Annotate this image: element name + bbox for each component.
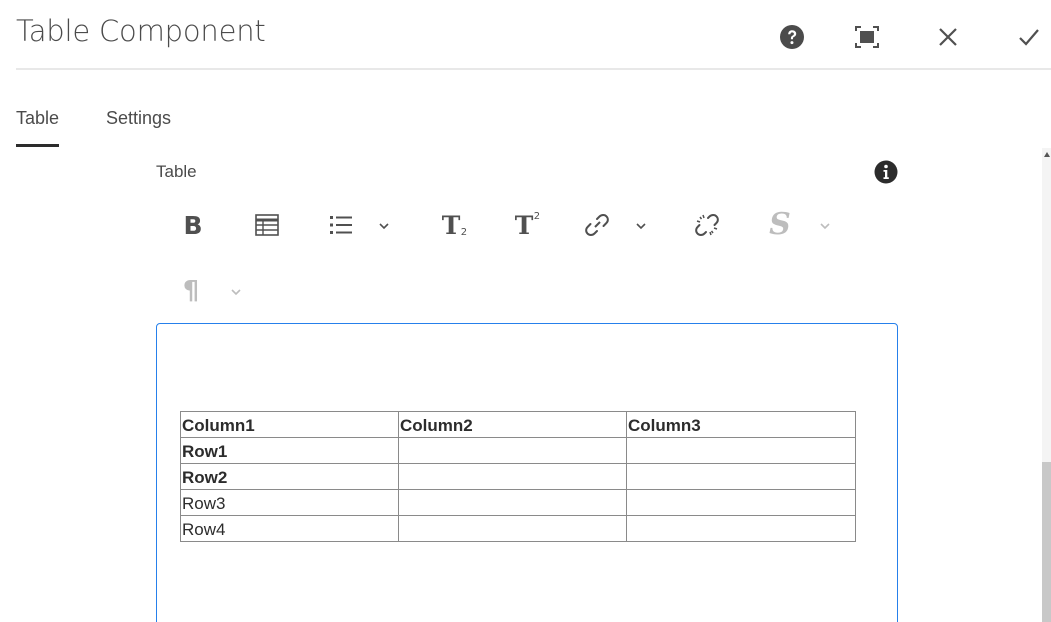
tab-table[interactable]: Table — [16, 108, 60, 147]
superscript-icon: T2 — [514, 210, 541, 240]
field-label: Table — [156, 162, 197, 181]
table-row: Row2 — [180, 463, 856, 490]
table-cell[interactable]: Column1 — [180, 411, 399, 438]
chevron-down-icon — [379, 223, 389, 230]
table-cell[interactable]: Column2 — [398, 411, 627, 438]
table-cell[interactable]: Row2 — [180, 463, 399, 490]
info-icon[interactable] — [874, 160, 898, 184]
close-button[interactable] — [933, 22, 963, 52]
done-button[interactable] — [1014, 22, 1044, 52]
unlink-icon — [695, 213, 719, 237]
table-cell[interactable] — [398, 463, 627, 490]
fullscreen-icon — [855, 26, 879, 48]
unlink-button[interactable] — [692, 210, 722, 240]
table-cell[interactable] — [398, 489, 627, 516]
paragraph-icon: ¶ — [182, 276, 200, 306]
link-icon — [585, 213, 609, 237]
dialog-content[interactable]: Table B T2 T 2 S ¶ Column1 Column2 Colum… — [0, 148, 1051, 622]
table-cell[interactable] — [626, 489, 856, 516]
help-icon — [780, 25, 804, 49]
link-dropdown-chevron[interactable] — [634, 219, 648, 233]
chevron-down-icon — [820, 223, 830, 230]
fullscreen-button[interactable] — [852, 22, 882, 52]
rich-text-editor[interactable]: Column1 Column2 Column3 Row1 Row2 Row3 Row4 — [156, 323, 898, 622]
content-table[interactable]: Column1 Column2 Column3 Row1 Row2 Row3 Row4 — [180, 411, 856, 542]
paragraph-dropdown-chevron[interactable] — [229, 285, 243, 299]
list-button[interactable] — [326, 210, 356, 240]
table-cell[interactable]: Row3 — [180, 489, 399, 516]
close-icon — [939, 28, 957, 46]
list-icon — [330, 216, 352, 234]
table-button[interactable] — [252, 210, 282, 240]
table-row: Row3 — [180, 489, 856, 516]
chevron-down-icon — [231, 289, 241, 296]
bold-button[interactable]: B — [178, 208, 208, 242]
table-cell[interactable]: Column3 — [626, 411, 856, 438]
subscript-icon: T2 — [441, 210, 468, 240]
help-button[interactable] — [777, 22, 807, 52]
table-cell[interactable] — [626, 463, 856, 490]
table-cell[interactable] — [626, 515, 856, 542]
tab-settings[interactable]: Settings — [106, 108, 171, 129]
subscript-button[interactable]: T2 — [434, 208, 468, 242]
superscript-button[interactable]: T2 — [507, 208, 541, 242]
table-cell[interactable] — [626, 437, 856, 464]
table-row: Row1 — [180, 437, 856, 464]
dialog-header: Table Component — [0, 0, 1051, 70]
table-cell[interactable] — [398, 515, 627, 542]
scroll-up-arrow-icon[interactable] — [1044, 152, 1050, 157]
link-button[interactable] — [582, 210, 612, 240]
header-divider — [16, 68, 1051, 70]
style-dropdown-chevron[interactable] — [818, 219, 832, 233]
table-icon — [255, 214, 279, 236]
dialog-title: Table Component — [16, 14, 266, 48]
table-row: Column1 Column2 Column3 — [180, 411, 856, 438]
table-cell[interactable] — [398, 437, 627, 464]
style-button[interactable]: S — [765, 206, 795, 242]
scrollbar-thumb[interactable] — [1042, 462, 1051, 622]
table-cell[interactable]: Row1 — [180, 437, 399, 464]
strikethrough-s-icon: S — [769, 206, 791, 242]
table-cell[interactable]: Row4 — [180, 515, 399, 542]
bold-icon: B — [183, 210, 203, 240]
table-row: Row4 — [180, 515, 856, 542]
list-dropdown-chevron[interactable] — [377, 219, 391, 233]
done-checkmark-icon — [1019, 29, 1039, 46]
paragraph-format-button[interactable]: ¶ — [176, 274, 206, 308]
chevron-down-icon — [636, 223, 646, 230]
